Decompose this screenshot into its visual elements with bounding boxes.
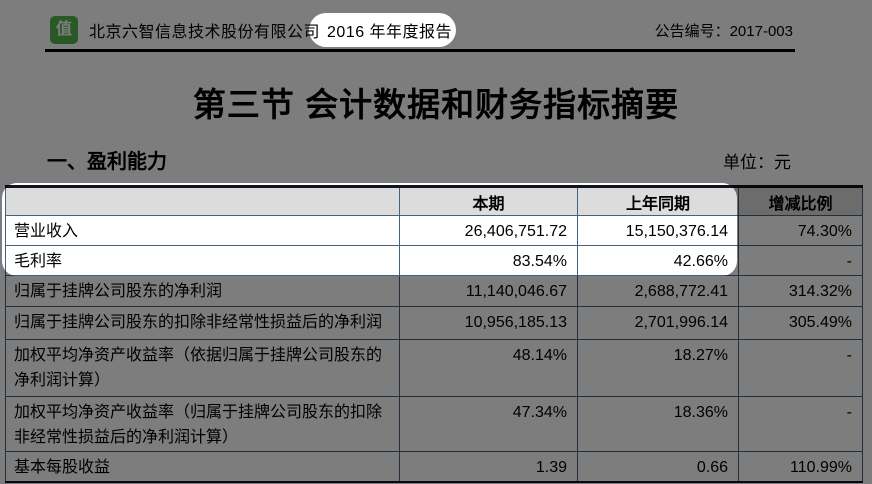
current-period-cell: 48.14% [399,339,578,397]
company-logo-icon: 值 [50,16,78,44]
table-row: 归属于挂牌公司股东的净利润 11,140,046.67 2,688,772.41… [5,275,863,307]
current-period-cell: 11,140,046.67 [399,275,578,307]
unit-label: 单位：元 [723,153,791,172]
change-ratio-header: 增减比例 [738,186,863,216]
table-row: 基本每股收益 1.39 0.66 110.99% [5,451,863,483]
change-ratio-cell: - [738,339,863,397]
metric-label-cell: 归属于挂牌公司股东的扣除非经常性损益后的净利润 [5,306,400,340]
section-row: 一、盈利能力 单位：元 [47,145,791,174]
page-title: 第三节 会计数据和财务指标摘要 [192,86,680,123]
header-divider [45,49,795,52]
metric-label-cell: 加权平均净资产收益率（归属于挂牌公司股东的扣除非经常性损益后的净利润计算） [5,396,400,452]
metric-label-cell: 营业收入 [5,215,400,246]
table-row: 归属于挂牌公司股东的扣除非经常性损益后的净利润 10,956,185.13 2,… [5,306,863,340]
current-period-cell: 83.54% [399,245,578,276]
change-ratio-cell: 74.30% [738,215,863,246]
table-row: 营业收入 26,406,751.72 15,150,376.14 74.30% [5,215,863,246]
current-period-cell: 47.34% [399,396,578,452]
current-period-cell: 10,956,185.13 [399,306,578,340]
change-ratio-cell: 110.99% [738,451,863,483]
prior-period-cell: 18.27% [577,339,739,397]
change-ratio-cell: 314.32% [738,275,863,307]
section-heading: 一、盈利能力 [47,151,167,173]
table-row: 毛利率 83.54% 42.66% - [5,245,863,276]
table-header-row: 本期 上年同期 增减比例 [5,186,863,216]
current-period-header: 本期 [399,186,578,216]
metric-label-cell: 毛利率 [5,245,400,276]
announcement-number: 公告编号：2017-003 [654,22,793,40]
change-ratio-cell: 305.49% [738,306,863,340]
prior-period-cell: 2,688,772.41 [577,275,739,307]
current-period-cell: 26,406,751.72 [399,215,578,246]
table-body: 营业收入 26,406,751.72 15,150,376.14 74.30% … [5,215,863,483]
prior-period-cell: 15,150,376.14 [577,215,739,246]
prior-period-cell: 42.66% [577,245,739,276]
prior-period-cell: 18.36% [577,396,739,452]
report-page: 值 北京六智信息技术股份有限公司 2016 年年度报告 公告编号：2017-00… [0,0,872,484]
report-period: 2016 年年度报告 [327,24,453,41]
metric-label-cell: 归属于挂牌公司股东的净利润 [5,275,400,307]
table-row: 加权平均净资产收益率（归属于挂牌公司股东的扣除非经常性损益后的净利润计算） 47… [5,396,863,452]
current-period-cell: 1.39 [399,451,578,483]
change-ratio-cell: - [738,396,863,452]
prior-period-header: 上年同期 [577,186,739,216]
change-ratio-cell: - [738,245,863,276]
company-name: 北京六智信息技术股份有限公司 [89,24,321,41]
prior-period-cell: 0.66 [577,451,739,483]
metric-label-cell: 加权平均净资产收益率（依据归属于挂牌公司股东的净利润计算） [5,339,400,397]
metric-column-header [5,186,400,216]
metric-label-cell: 基本每股收益 [5,451,400,483]
financial-table: 本期 上年同期 增减比例 营业收入 26,406,751.72 15,150,3… [5,185,863,483]
document-header: 值 北京六智信息技术股份有限公司 2016 年年度报告 公告编号：2017-00… [50,15,793,45]
prior-period-cell: 2,701,996.14 [577,306,739,340]
table-row: 加权平均净资产收益率（依据归属于挂牌公司股东的净利润计算） 48.14% 18.… [5,339,863,397]
